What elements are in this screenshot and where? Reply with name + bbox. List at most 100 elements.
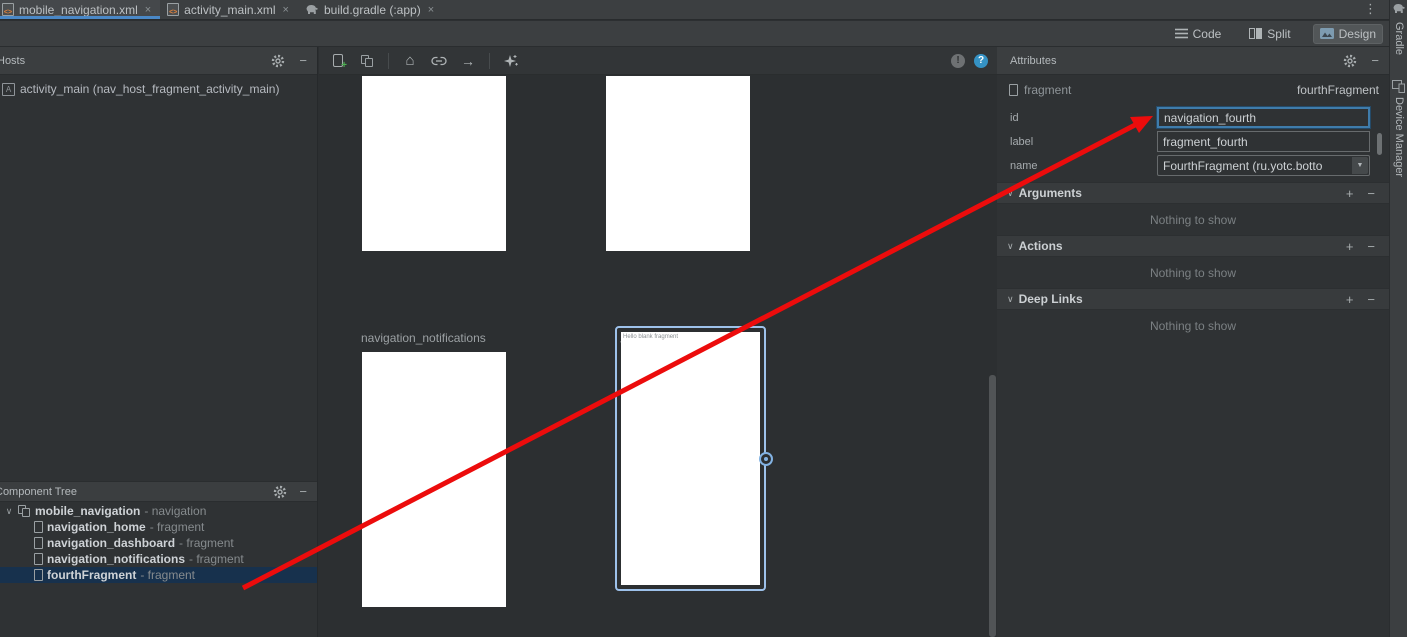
warnings-icon[interactable]: ! [951,54,965,68]
tab-activity-main-xml[interactable]: <> activity_main.xml × [160,0,298,19]
home-destination-icon[interactable]: ⌂ [402,53,418,69]
device-manager-tool-tab[interactable]: Device Manager [1393,97,1405,177]
design-mode-icon [1320,28,1334,39]
layout-file-icon: A [2,83,15,96]
action-arrow-icon[interactable]: → [460,53,476,69]
section-title: Actions [1019,239,1063,253]
split-mode-button[interactable]: Split [1243,25,1296,43]
split-mode-icon [1249,28,1262,39]
tab-label: mobile_navigation.xml [19,3,138,17]
fragment-icon [34,553,43,565]
minimize-icon[interactable]: − [299,484,307,499]
help-icon[interactable]: ? [974,54,988,68]
close-tab-icon[interactable]: × [428,4,434,16]
design-mode-label: Design [1339,27,1376,41]
destination-label-notifications: navigation_notifications [361,331,486,345]
device-manager-icon[interactable] [1392,80,1405,93]
host-item-activity-main[interactable]: A activity_main (nav_host_fragment_activ… [2,82,279,96]
chevron-down-icon[interactable]: ▼ [1352,157,1368,174]
fragment-icon [1009,84,1018,96]
action-connection-handle[interactable] [759,452,773,466]
component-type-label: fragment [1024,83,1071,97]
section-title: Arguments [1019,186,1082,200]
label-field-label: label [1010,136,1033,148]
tab-build-gradle[interactable]: build.gradle (:app) × [298,0,443,19]
label-field[interactable]: fragment_fourth [1157,131,1370,152]
left-panel-column: Hosts − A activity_main (nav_host_fragme… [0,47,318,637]
deep-links-empty-text: Nothing to show [997,310,1389,341]
gear-icon[interactable] [1343,54,1357,68]
destination-preview-home[interactable] [362,76,506,251]
id-field[interactable]: navigation_fourth [1157,107,1370,128]
tree-row-mobile-navigation[interactable]: ∨ mobile_navigation - navigation [0,503,317,519]
tree-item-type: - fragment [189,552,244,566]
attributes-panel-title: Attributes [1010,55,1056,67]
add-argument-icon[interactable]: + [1346,186,1354,201]
code-mode-icon [1175,28,1188,39]
attributes-panel: Attributes − fragment fourthFragment id … [997,47,1389,637]
editor-mode-bar: Code Split Design [0,21,1389,47]
expander-chevron-icon[interactable]: ∨ [4,506,14,517]
name-dropdown[interactable]: FourthFragment (ru.yotc.botto ▼ [1157,155,1370,176]
chevron-down-icon: ∨ [1007,241,1014,252]
selected-component-row: fragment fourthFragment [1009,82,1379,98]
actions-empty-text: Nothing to show [997,257,1389,288]
design-mode-button[interactable]: Design [1313,24,1383,44]
selected-destination-fourth[interactable]: Hello blank fragment [615,326,766,591]
navigation-graph-icon [18,505,31,517]
attribute-sections: ∨ Arguments + − Nothing to show ∨ Action… [997,182,1389,341]
code-mode-label: Code [1193,27,1222,41]
add-action-icon[interactable]: + [1346,239,1354,254]
code-mode-button[interactable]: Code [1169,25,1228,43]
arguments-section-header[interactable]: ∨ Arguments + − [997,182,1389,204]
tree-row-fourth-fragment[interactable]: fourthFragment - fragment [0,567,317,583]
remove-deeplink-icon[interactable]: − [1367,292,1375,307]
gear-icon[interactable] [271,54,285,68]
new-destination-icon[interactable]: + [330,53,346,69]
minimize-icon[interactable]: − [1371,53,1379,68]
actions-section-header[interactable]: ∨ Actions + − [997,235,1389,257]
deeplink-icon[interactable] [431,53,447,69]
canvas-vertical-scrollbar[interactable] [989,375,996,637]
id-field-label: id [1010,112,1019,124]
destination-preview-notifications[interactable] [362,352,506,607]
tree-item-name: navigation_notifications [47,552,185,566]
attributes-body: fragment fourthFragment id navigation_fo… [997,75,1389,637]
more-options-icon[interactable]: ⋮ [1364,1,1377,17]
tree-row-navigation-dashboard[interactable]: navigation_dashboard - fragment [0,535,317,551]
hosts-panel-header: Hosts − [0,47,317,75]
toolbar-divider [388,53,389,69]
fourth-fragment-preview: Hello blank fragment [621,332,760,585]
close-tab-icon[interactable]: × [145,4,151,16]
chevron-down-icon: ∨ [1007,294,1014,305]
add-deeplink-icon[interactable]: + [1346,292,1354,307]
tree-item-name: navigation_dashboard [47,536,175,550]
tab-mobile-navigation-xml[interactable]: <> mobile_navigation.xml × [0,0,160,19]
deep-links-section-header[interactable]: ∨ Deep Links + − [997,288,1389,310]
attributes-scrollbar-thumb[interactable] [1377,133,1382,155]
editor-tab-bar: <> mobile_navigation.xml × <> activity_m… [0,0,1389,20]
name-dropdown-value: FourthFragment (ru.yotc.botto [1163,159,1322,173]
close-tab-icon[interactable]: × [283,4,289,16]
id-field-value: navigation_fourth [1164,111,1256,125]
destination-preview-dashboard[interactable] [606,76,750,251]
gradle-tool-tab[interactable]: Gradle [1393,22,1405,55]
minimize-icon[interactable]: − [299,53,307,68]
remove-action-icon[interactable]: − [1367,239,1375,254]
component-tree-header: Component Tree − [0,481,317,502]
tree-row-navigation-home[interactable]: navigation_home - fragment [0,519,317,535]
nested-graph-icon[interactable] [359,53,375,69]
auto-arrange-icon[interactable] [503,53,519,69]
gear-icon[interactable] [273,485,287,499]
tree-item-type: - fragment [140,568,195,582]
remove-argument-icon[interactable]: − [1367,186,1375,201]
gradle-elephant-icon [305,4,319,15]
fragment-icon [34,569,43,581]
host-item-label: activity_main (nav_host_fragment_activit… [20,82,279,96]
attributes-panel-header: Attributes − [997,47,1389,75]
label-field-value: fragment_fourth [1163,135,1248,149]
navigation-design-canvas[interactable]: + ⌂ → ! ? navigation_notifications fourt… [319,47,997,637]
tree-row-navigation-notifications[interactable]: navigation_notifications - fragment [0,551,317,567]
gradle-elephant-icon[interactable] [1392,3,1406,14]
split-mode-label: Split [1267,27,1290,41]
